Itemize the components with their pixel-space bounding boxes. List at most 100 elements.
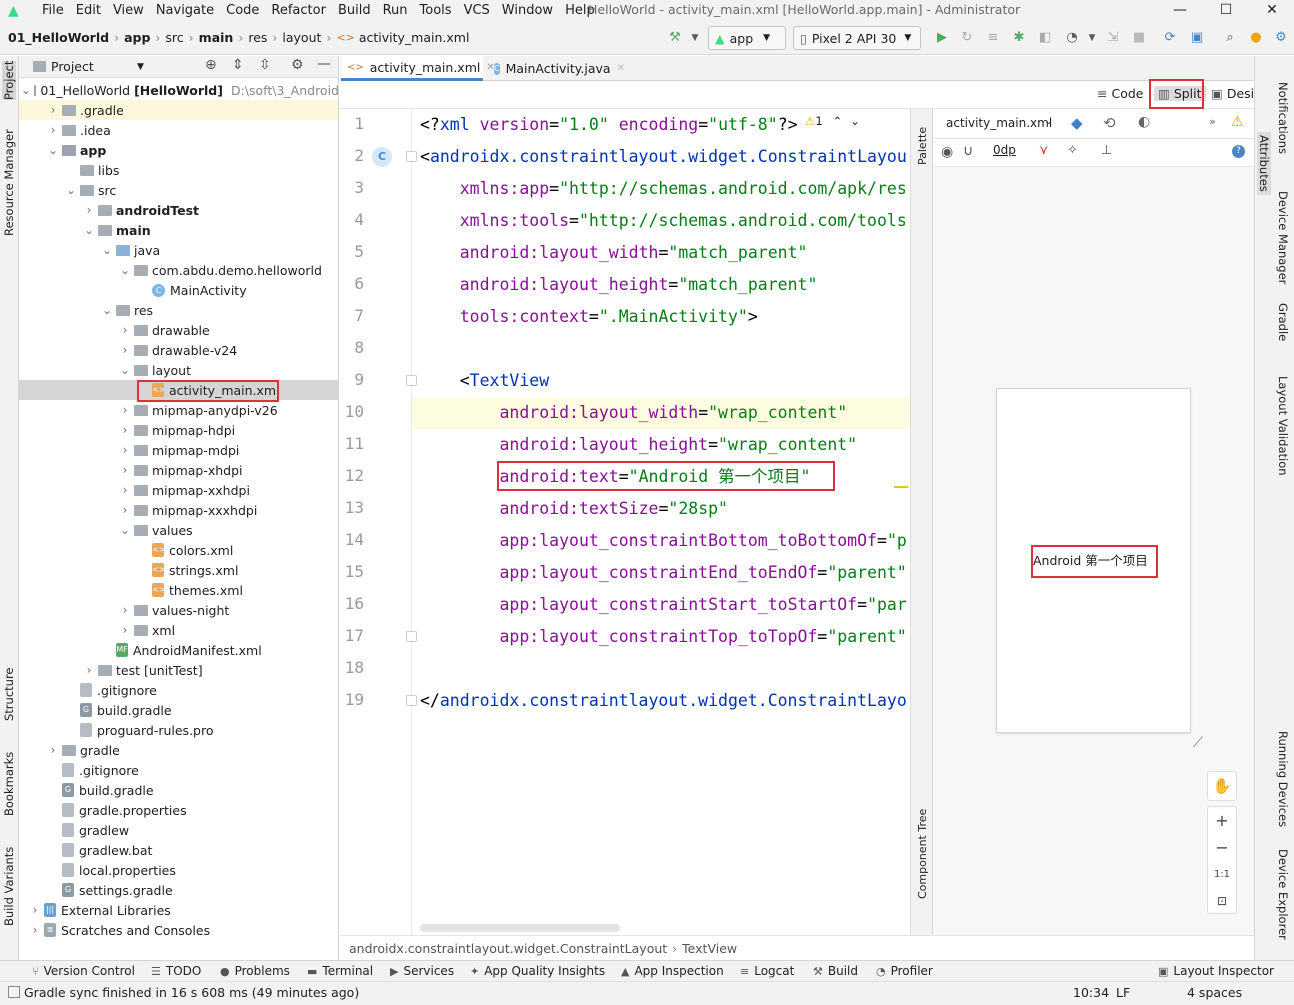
tree-item[interactable]: <> colors.xml bbox=[19, 540, 338, 560]
tree-item[interactable]: › .gradle bbox=[19, 100, 338, 120]
tree-item[interactable]: › mipmap-mdpi bbox=[19, 440, 338, 460]
tree-item[interactable]: › gradle bbox=[19, 740, 338, 760]
tree-item[interactable]: › values-night bbox=[19, 600, 338, 620]
chevron-down-icon[interactable]: ⌄ bbox=[101, 243, 113, 257]
code-line[interactable]: <?xml version="1.0" encoding="utf-8"?> bbox=[420, 109, 798, 141]
palette-tool-button[interactable]: Palette bbox=[916, 127, 929, 165]
zoom-in-icon[interactable]: + bbox=[1208, 807, 1236, 834]
chevron-right-icon[interactable]: › bbox=[119, 483, 131, 497]
crumb-project[interactable]: 01_HelloWorld bbox=[8, 30, 109, 45]
tree-item[interactable]: › xml bbox=[19, 620, 338, 640]
tree-item[interactable]: ⌄ app bbox=[19, 140, 338, 160]
layout-validation-tool-button[interactable]: Layout Validation bbox=[1276, 376, 1290, 476]
menu-window[interactable]: Window bbox=[496, 3, 559, 18]
menu-vcs[interactable]: VCS bbox=[458, 3, 496, 18]
debug-icon[interactable]: ✱ bbox=[1010, 29, 1028, 47]
crumb-file[interactable]: activity_main.xml bbox=[359, 30, 470, 45]
app-quality-insights-tool[interactable]: ✦ App Quality Insights bbox=[470, 964, 605, 978]
chevron-down-icon[interactable]: ⌄ bbox=[101, 303, 113, 317]
attach-process-icon[interactable]: ⇲ bbox=[1104, 29, 1122, 47]
running-devices-tool-button[interactable]: Running Devices bbox=[1276, 731, 1290, 827]
zoom-out-icon[interactable]: − bbox=[1208, 834, 1236, 861]
hide-icon[interactable]: — bbox=[317, 56, 331, 72]
structure-tool-button[interactable]: Structure bbox=[2, 668, 16, 722]
tree-item[interactable]: ⌄ layout bbox=[19, 360, 338, 380]
chevron-down-icon[interactable]: ⌄ bbox=[47, 143, 59, 157]
help-icon[interactable]: ? bbox=[1232, 145, 1245, 158]
code-line[interactable]: android:textSize="28sp" bbox=[420, 493, 728, 525]
breadcrumb-root[interactable]: androidx.constraintlayout.widget.Constra… bbox=[349, 941, 667, 956]
more-icon[interactable]: » bbox=[1209, 115, 1216, 128]
chevron-down-icon[interactable]: ⌄ bbox=[850, 114, 860, 128]
status-message[interactable]: Gradle sync finished in 16 s 608 ms (49 … bbox=[24, 985, 359, 1000]
code-line[interactable]: app:layout_constraintBottom_toBottomOf="… bbox=[420, 525, 906, 557]
project-view-label[interactable]: Project bbox=[51, 59, 94, 74]
chevron-up-icon[interactable]: ⌃ bbox=[833, 114, 843, 128]
profile-icon[interactable]: ◔ bbox=[1063, 29, 1081, 47]
device-select[interactable]: ▯ Pixel 2 API 30 ▼ bbox=[793, 26, 921, 50]
build-variants-tool-button[interactable]: Build Variants bbox=[2, 847, 16, 926]
tree-item[interactable]: ⌄ com.abdu.demo.helloworld bbox=[19, 260, 338, 280]
fold-marker-icon[interactable] bbox=[406, 151, 417, 162]
chevron-right-icon[interactable]: › bbox=[47, 103, 59, 117]
chevron-down-icon[interactable]: ⌄ bbox=[83, 223, 95, 237]
close-button[interactable]: ✕ bbox=[1249, 0, 1294, 21]
tree-item[interactable]: gradlew bbox=[19, 820, 338, 840]
breadcrumb-textview[interactable]: TextView bbox=[682, 941, 737, 956]
code-line[interactable]: app:layout_constraintStart_toStartOf="pa… bbox=[420, 589, 906, 621]
code-line[interactable]: android:layout_height="match_parent" bbox=[420, 269, 818, 301]
code-line[interactable]: xmlns:app="http://schemas.android.com/ap… bbox=[420, 173, 907, 205]
chevron-right-icon[interactable]: › bbox=[83, 663, 95, 677]
code-mode-button[interactable]: ≡ Code bbox=[1097, 86, 1144, 101]
component-tree-tool-button[interactable]: Component Tree bbox=[916, 809, 929, 899]
code-line[interactable]: xmlns:tools="http://schemas.android.com/… bbox=[420, 205, 907, 237]
chevron-right-icon[interactable]: › bbox=[119, 323, 131, 337]
tree-item[interactable]: gradlew.bat bbox=[19, 840, 338, 860]
tree-item[interactable]: ⌄ src bbox=[19, 180, 338, 200]
app-inspection-tool[interactable]: ▲ App Inspection bbox=[621, 964, 724, 978]
project-tool-button[interactable]: Project bbox=[2, 60, 16, 100]
menu-refactor[interactable]: Refactor bbox=[265, 3, 332, 18]
bookmarks-tool-button[interactable]: Bookmarks bbox=[2, 752, 16, 816]
device-manager-tool-button[interactable]: Device Manager bbox=[1276, 191, 1290, 284]
chevron-right-icon[interactable]: › bbox=[119, 403, 131, 417]
tree-item[interactable]: ⌄ 01_HelloWorld [HelloWorld] D:\soft\3_And… bbox=[19, 80, 338, 100]
chevron-down-icon[interactable]: ▼ bbox=[137, 62, 144, 72]
layout-file-select[interactable]: activity_main.xml bbox=[946, 116, 1052, 130]
tree-item[interactable]: › mipmap-xhdpi bbox=[19, 460, 338, 480]
chevron-down-icon[interactable]: ▼ bbox=[1083, 29, 1101, 47]
tree-item[interactable]: proguard-rules.pro bbox=[19, 720, 338, 740]
clear-constraints-icon[interactable]: ⋎ bbox=[1039, 143, 1049, 158]
code-line[interactable]: android:layout_height="wrap_content" bbox=[420, 429, 857, 461]
tree-item[interactable]: .gitignore bbox=[19, 680, 338, 700]
profiler-tool[interactable]: ◔ Profiler bbox=[876, 964, 933, 978]
class-gutter-icon[interactable]: C bbox=[372, 147, 392, 167]
zoom-actual-size-button[interactable]: 1:1 bbox=[1208, 861, 1236, 888]
tab-main-activity[interactable]: C MainActivity.java ✕ bbox=[488, 56, 628, 81]
crumb-res[interactable]: res bbox=[248, 30, 267, 45]
chevron-right-icon[interactable]: › bbox=[119, 463, 131, 477]
device-explorer-tool-button[interactable]: Device Explorer bbox=[1276, 849, 1290, 940]
tree-item[interactable]: › ≣ Scratches and Consoles bbox=[19, 920, 338, 940]
menu-edit[interactable]: Edit bbox=[70, 3, 107, 18]
toggle-tool-windows-icon[interactable] bbox=[8, 986, 20, 998]
hammer-icon[interactable]: ⚒ bbox=[666, 29, 684, 47]
code-line[interactable]: android:layout_width="match_parent" bbox=[420, 237, 808, 269]
line-separator[interactable]: LF bbox=[1116, 985, 1130, 1000]
chevron-down-icon[interactable]: ▼ bbox=[686, 29, 704, 47]
version-control-tool[interactable]: ⑂ Version Control bbox=[32, 964, 135, 978]
tree-item[interactable]: ⌄ java bbox=[19, 240, 338, 260]
inspection-widget[interactable]: ⚠ 1 ⌃ ⌄ bbox=[805, 114, 860, 128]
caret-position[interactable]: 10:34 bbox=[1073, 985, 1109, 1000]
warning-icon[interactable]: ⚠ bbox=[1231, 114, 1244, 130]
tab-activity-main[interactable]: <> activity_main.xml ✕ bbox=[341, 56, 495, 81]
resize-handle-icon[interactable]: ⟋ bbox=[1193, 735, 1203, 751]
tree-item[interactable]: › mipmap-xxxhdpi bbox=[19, 500, 338, 520]
device-manager-icon[interactable]: ▣ bbox=[1188, 29, 1206, 47]
menu-code[interactable]: Code bbox=[220, 3, 265, 18]
locate-icon[interactable]: ⊕ bbox=[205, 57, 217, 73]
layers-icon[interactable]: ◆ bbox=[1071, 114, 1083, 132]
tree-item[interactable]: › drawable-v24 bbox=[19, 340, 338, 360]
chevron-down-icon[interactable]: ⌄ bbox=[65, 183, 77, 197]
run-icon[interactable]: ▶ bbox=[933, 29, 951, 47]
